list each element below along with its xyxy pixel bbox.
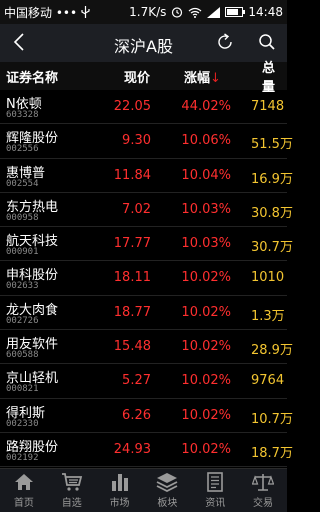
stock-code: 002330 xyxy=(6,418,39,429)
stock-volume: 10.7万 xyxy=(251,411,293,427)
carrier-label: 中国移动 ••• xyxy=(4,5,78,20)
tab-trade[interactable]: 交易 xyxy=(239,469,287,512)
stock-volume: 1.3万 xyxy=(251,308,285,324)
stock-change: 10.02% xyxy=(181,339,231,355)
network-speed: 1.7K/s xyxy=(129,5,167,19)
stock-code: 002192 xyxy=(6,452,39,463)
table-row[interactable]: 路翔股份 002192 24.93 10.02% 18.7万 xyxy=(0,433,293,468)
stock-volume: 51.5万 xyxy=(251,137,293,153)
stock-price: 11.84 xyxy=(113,167,151,183)
clock: 14:48 xyxy=(248,5,283,19)
table-row[interactable]: 惠博普 002554 11.84 10.04% 16.9万 xyxy=(0,159,293,193)
tab-home-label: 首页 xyxy=(13,498,34,509)
usb-icon xyxy=(81,6,90,18)
stock-volume: 7148 xyxy=(251,99,285,114)
tab-watchlist[interactable]: 自选 xyxy=(48,469,96,512)
stock-code: 002633 xyxy=(6,281,39,292)
sort-desc-icon: ↓ xyxy=(210,70,221,86)
stock-volume: 28.9万 xyxy=(251,343,293,359)
stock-price: 9.30 xyxy=(122,133,151,149)
stock-code: 002726 xyxy=(6,315,39,326)
header-change-label: 涨幅 xyxy=(184,70,211,86)
news-icon xyxy=(207,472,224,492)
bottom-tab-bar: 首页 自选 市场 板块 资讯 交易 xyxy=(0,468,287,512)
search-icon[interactable] xyxy=(257,32,277,52)
page-title: 深沪A股 xyxy=(114,37,173,56)
stock-code: 002556 xyxy=(6,144,39,155)
stock-change: 10.03% xyxy=(181,236,231,252)
tab-home[interactable]: 首页 xyxy=(0,469,48,512)
header-price[interactable]: 现价 xyxy=(110,67,150,86)
stock-volume: 9764 xyxy=(251,373,285,389)
tab-sectors-label: 板块 xyxy=(157,498,178,509)
stock-change: 10.02% xyxy=(181,373,231,389)
header-name[interactable]: 证券名称 xyxy=(6,67,58,86)
stock-change: 10.02% xyxy=(181,304,231,320)
table-row[interactable]: 申科股份 002633 18.11 10.02% 1010 xyxy=(0,261,287,296)
battery-icon xyxy=(225,7,246,17)
stock-change: 10.06% xyxy=(181,133,231,149)
stock-list: N依顿 603328 22.05 44.02% 7148 辉隆股份 002556… xyxy=(0,90,293,468)
stock-price: 24.93 xyxy=(113,441,151,457)
stock-code: 600588 xyxy=(6,350,39,361)
cart-icon xyxy=(61,473,82,491)
stock-code: 000901 xyxy=(6,247,39,258)
stock-price: 17.77 xyxy=(113,236,151,252)
tab-trade-label: 交易 xyxy=(253,498,274,509)
status-bar: 中国移动 ••• 1.7K/s 14:48 xyxy=(0,0,287,24)
table-row[interactable]: 辉隆股份 002556 9.30 10.06% 51.5万 xyxy=(0,124,293,159)
refresh-icon[interactable] xyxy=(215,32,235,52)
tab-market[interactable]: 市场 xyxy=(96,469,144,512)
header-change[interactable]: 涨幅↓ xyxy=(184,67,224,86)
stock-price: 18.77 xyxy=(113,304,151,320)
stock-price: 18.11 xyxy=(113,270,151,286)
home-icon xyxy=(14,474,33,490)
title-bar: 深沪A股 xyxy=(0,24,287,62)
tab-market-label: 市场 xyxy=(109,498,130,509)
scale-icon xyxy=(252,474,275,491)
table-row[interactable]: 龙大肉食 002726 18.77 10.02% 1.3万 xyxy=(0,296,287,331)
tab-news-label: 资讯 xyxy=(205,498,226,509)
stock-volume: 1010 xyxy=(251,270,285,286)
bar-chart-icon xyxy=(111,474,128,491)
stock-volume: 18.7万 xyxy=(251,445,293,461)
table-row[interactable]: 京山轻机 000821 5.27 10.02% 9764 xyxy=(0,364,287,399)
stock-code: 603328 xyxy=(6,110,39,120)
stock-change: 10.03% xyxy=(181,201,231,217)
alarm-icon xyxy=(172,7,183,18)
stock-change: 10.02% xyxy=(181,441,231,457)
table-row[interactable]: N依顿 603328 22.05 44.02% 7148 xyxy=(0,90,287,125)
table-row[interactable]: 航天科技 000901 17.77 10.03% 30.7万 xyxy=(0,227,293,262)
table-row[interactable]: 用友软件 600588 15.48 10.02% 28.9万 xyxy=(0,330,293,365)
signal-icon xyxy=(207,6,221,18)
stock-code: 000821 xyxy=(6,384,39,395)
stock-volume: 30.8万 xyxy=(251,205,293,221)
stock-price: 7.02 xyxy=(122,201,151,217)
stock-change: 10.04% xyxy=(181,167,231,183)
stock-change: 10.02% xyxy=(181,407,231,423)
tab-sectors[interactable]: 板块 xyxy=(143,469,191,512)
table-header: 证券名称 现价 涨幅↓ 总量 xyxy=(0,61,287,95)
stock-price: 15.48 xyxy=(113,339,151,355)
table-row[interactable]: 东方热电 000958 7.02 10.03% 30.8万 xyxy=(0,193,293,228)
stock-code: 002554 xyxy=(6,178,39,189)
stock-price: 6.26 xyxy=(122,407,151,423)
tab-news[interactable]: 资讯 xyxy=(191,469,239,512)
stock-price: 5.27 xyxy=(122,373,151,389)
layers-icon xyxy=(156,473,178,492)
stock-price: 22.05 xyxy=(113,99,151,114)
wifi-icon xyxy=(188,7,202,18)
stock-volume: 16.9万 xyxy=(251,171,293,187)
stock-change: 44.02% xyxy=(181,99,231,114)
tab-watchlist-label: 自选 xyxy=(61,498,82,509)
stock-volume: 30.7万 xyxy=(251,240,293,256)
table-row[interactable]: 得利斯 002330 6.26 10.02% 10.7万 xyxy=(0,399,293,433)
stock-code: 000958 xyxy=(6,212,39,223)
stock-change: 10.02% xyxy=(181,270,231,286)
